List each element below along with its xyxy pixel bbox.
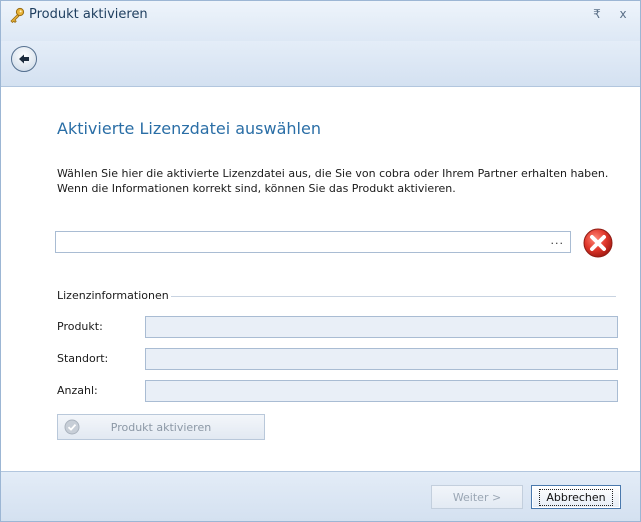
footer-bar: Weiter > Abbrechen — [1, 471, 640, 521]
page-title: Aktivierte Lizenzdatei auswählen — [57, 119, 321, 138]
group-divider — [171, 296, 616, 297]
count-field — [145, 380, 618, 402]
cancel-button-label: Abbrechen — [539, 488, 613, 506]
location-label: Standort: — [57, 352, 109, 365]
cancel-button[interactable]: Abbrechen — [531, 485, 621, 509]
navigation-bar — [1, 41, 640, 87]
arrow-left-icon — [19, 54, 29, 64]
title-bar[interactable]: Produkt aktivieren ₹ x — [1, 1, 640, 41]
page-description: Wählen Sie hier die aktivierte Lizenzdat… — [57, 167, 609, 195]
activate-product-button[interactable]: Produkt aktivieren — [57, 414, 265, 440]
window-title: Produkt aktivieren — [29, 7, 148, 22]
location-field — [145, 348, 618, 370]
dialog-window: Produkt aktivieren ₹ x Aktivierte Lizenz… — [0, 0, 641, 522]
license-file-input[interactable] — [60, 233, 544, 253]
pin-icon[interactable]: ₹ — [589, 6, 605, 22]
back-button[interactable] — [11, 46, 37, 72]
count-label: Anzahl: — [57, 384, 98, 397]
browse-button[interactable]: ... — [551, 234, 565, 247]
error-icon — [583, 228, 613, 258]
license-file-field[interactable]: ... — [55, 231, 571, 253]
key-icon — [10, 7, 25, 23]
product-label: Produkt: — [57, 320, 103, 333]
activate-product-label: Produkt aktivieren — [110, 420, 212, 434]
license-info-group-label: Lizenzinformationen — [57, 289, 169, 302]
close-icon[interactable]: x — [615, 6, 631, 22]
product-field — [145, 316, 618, 338]
next-button[interactable]: Weiter > — [431, 485, 523, 509]
